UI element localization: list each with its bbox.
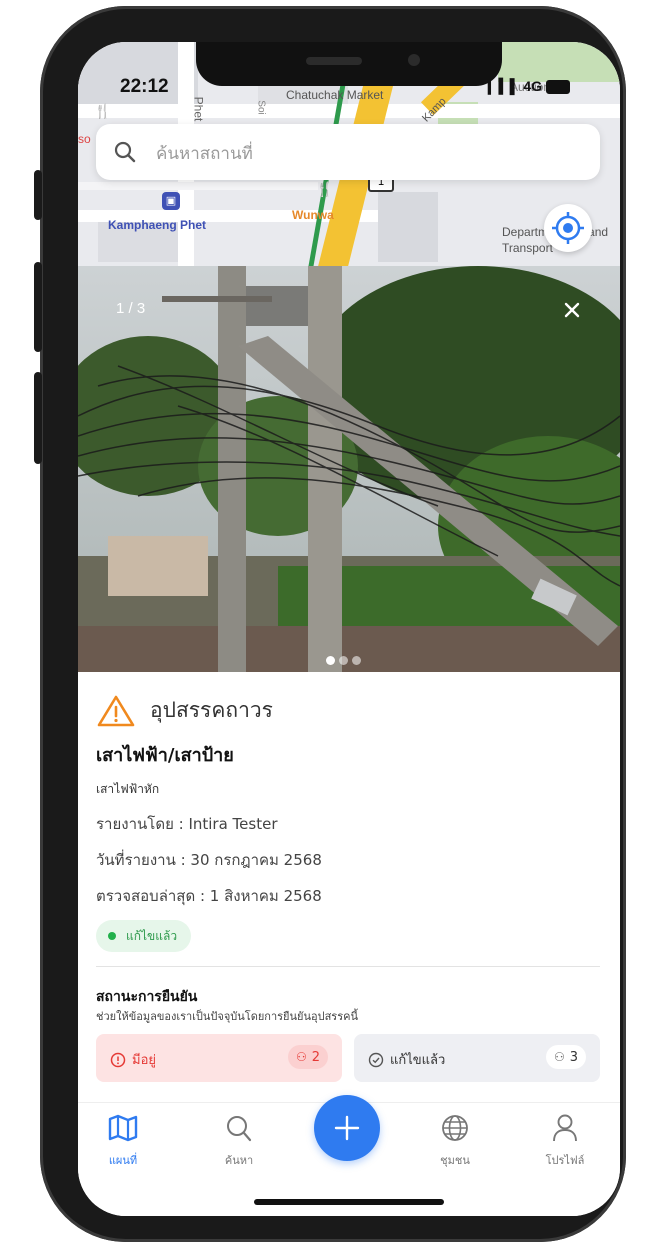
tab-map-label: แผนที่ — [108, 1154, 138, 1167]
photo-counter: 1 / 3 — [116, 300, 146, 317]
tab-search-label: ค้นหา — [224, 1154, 254, 1167]
page-dot-2[interactable] — [339, 656, 348, 665]
reported-by: รายงานโดย : Intira Tester — [96, 815, 278, 833]
users-icon: ⚇ — [295, 1050, 307, 1064]
hazard-description: เสาไฟฟ้าหัก — [96, 782, 160, 796]
add-report-button[interactable] — [314, 1095, 380, 1161]
train-icon: ▣ — [162, 192, 180, 210]
restaurant-icon: 🍴 — [94, 104, 112, 120]
station-label: Kamphaeng Phet — [108, 218, 207, 232]
soi-label: Soi — [255, 100, 267, 115]
plus-icon — [334, 1115, 360, 1141]
check-circle-icon — [368, 1052, 384, 1067]
confirm-exists-button[interactable]: มีอยู่ ⚇ 2 — [96, 1034, 342, 1082]
search-icon — [227, 1116, 252, 1142]
resolved-label: แก้ไขแล้ว — [390, 1053, 446, 1068]
status-time: 22:12 — [120, 76, 169, 97]
alert-circle-icon — [110, 1052, 126, 1067]
notch — [196, 42, 502, 86]
user-icon — [553, 1114, 577, 1142]
hazard-category: เสาไฟฟ้า/เสาป้าย — [96, 745, 234, 766]
screen: Chatuchak Market Kamp Auction Ins Phet S… — [78, 42, 620, 1216]
reported-date: วันที่รายงาน : 30 กรกฎาคม 2568 — [96, 851, 322, 869]
tab-profile[interactable]: โปรไฟล์ — [530, 1113, 600, 1169]
warning-icon — [96, 694, 136, 732]
page-dot-3[interactable] — [352, 656, 361, 665]
so-label: so — [78, 132, 91, 146]
page-dot-1[interactable] — [326, 656, 335, 665]
signal-icon: ▎▍▌ — [488, 78, 520, 94]
last-checked: ตรวจสอบล่าสุด : 1 สิงหาคม 2568 — [96, 887, 322, 905]
battery-icon — [546, 80, 570, 95]
photo-image — [78, 266, 620, 672]
tab-community-label: ชุมชน — [440, 1154, 470, 1167]
tab-bar: แผนที่ ค้นหา ชุมชน โปรไฟล์ — [78, 1095, 620, 1216]
resolved-count: 3 — [569, 1049, 578, 1065]
mute-switch — [34, 170, 42, 220]
status-label: แก้ไขแล้ว — [126, 928, 178, 943]
map-icon — [108, 1114, 138, 1142]
locate-icon — [552, 212, 584, 244]
home-indicator — [254, 1199, 444, 1205]
phet-label: Phet — [191, 96, 206, 122]
resolved-count-badge: ⚇ 3 — [545, 1045, 586, 1069]
status-signal: ▎▍▌ 4G — [488, 78, 570, 95]
users-icon: ⚇ — [553, 1050, 565, 1064]
photo-pagination[interactable] — [324, 650, 363, 669]
close-button[interactable] — [554, 292, 590, 328]
tab-community[interactable]: ชุมชน — [420, 1113, 490, 1169]
restaurant-label: Wunwa — [292, 208, 334, 222]
hazard-type: อุปสรรคถาวร — [150, 698, 273, 722]
status-badge: แก้ไขแล้ว — [96, 920, 192, 952]
divider — [96, 966, 600, 967]
close-icon — [564, 302, 580, 318]
market-label: Chatuchak Market — [286, 88, 384, 102]
verification-subtitle: ช่วยให้ข้อมูลของเราเป็นปัจจุบันโดยการยืน… — [96, 1010, 358, 1023]
exists-label: มีอยู่ — [132, 1053, 156, 1068]
exists-count-badge: ⚇ 2 — [287, 1045, 328, 1069]
volume-down-button — [34, 372, 42, 464]
globe-icon — [442, 1115, 468, 1141]
hazard-photo[interactable]: 1 / 3 — [78, 266, 620, 672]
verification-title: สถานะการยืนยัน — [96, 989, 198, 1005]
search-bar[interactable]: ค้นหาสถานที่ — [96, 124, 600, 180]
tab-search[interactable]: ค้นหา — [204, 1113, 274, 1169]
status-dot-icon — [108, 932, 116, 940]
locate-button[interactable] — [544, 204, 592, 252]
search-icon — [114, 141, 136, 167]
exists-count: 2 — [311, 1049, 320, 1065]
network-label: 4G — [523, 78, 543, 94]
confirm-resolved-button[interactable]: แก้ไขแล้ว ⚇ 3 — [354, 1034, 600, 1082]
tab-profile-label: โปรไฟล์ — [545, 1154, 585, 1167]
restaurant-icon-2: 🍴 — [316, 182, 334, 198]
volume-up-button — [34, 262, 42, 352]
tab-map[interactable]: แผนที่ — [88, 1113, 158, 1169]
search-placeholder[interactable]: ค้นหาสถานที่ — [156, 140, 253, 167]
